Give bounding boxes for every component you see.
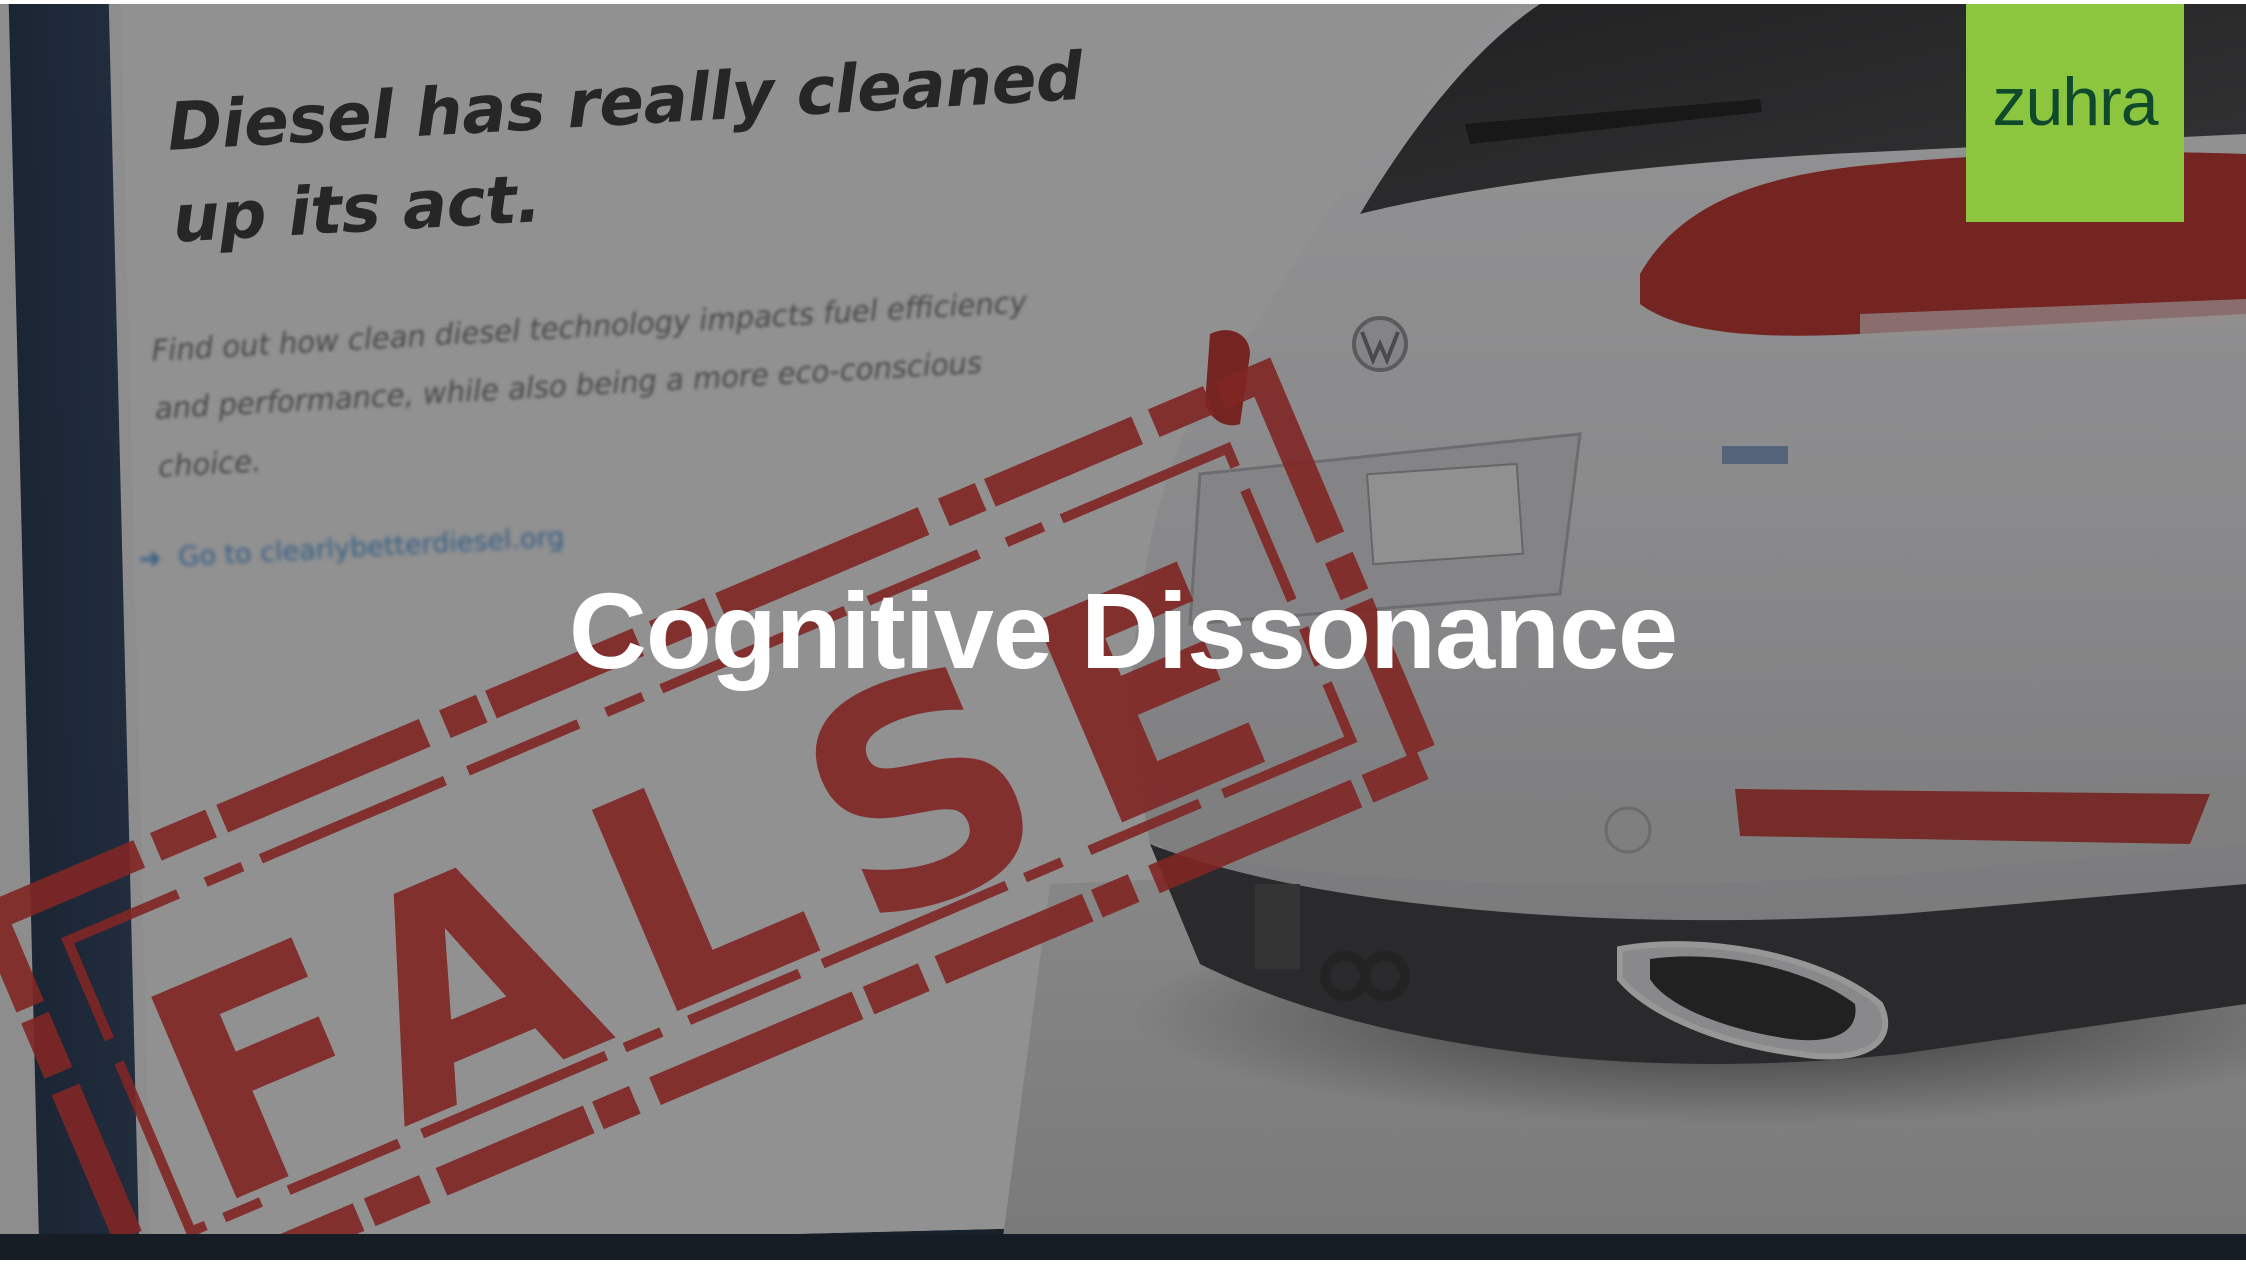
logo-wordmark: zuhra bbox=[1992, 64, 2158, 140]
brand-logo: zuhra bbox=[1966, 4, 2184, 222]
slide: Diesel has really cleaned up its act. Fi… bbox=[0, 0, 2246, 1265]
slide-title: Cognitive Dissonance bbox=[568, 570, 1678, 691]
slide-bottom-margin bbox=[0, 1260, 2246, 1265]
